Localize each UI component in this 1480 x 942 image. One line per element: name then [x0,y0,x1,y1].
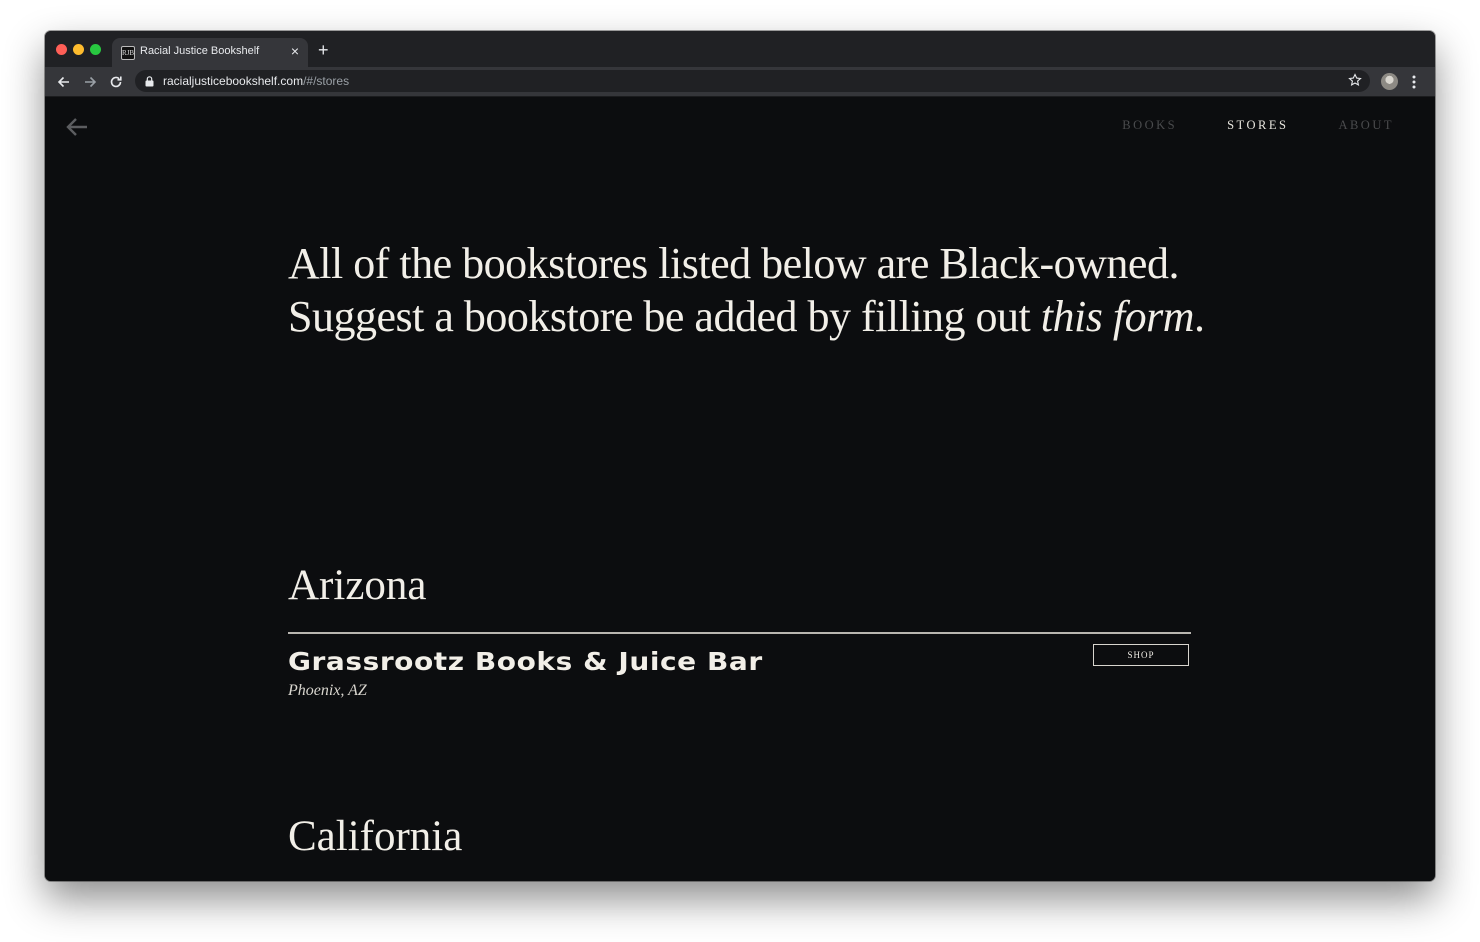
address-bar[interactable]: racialjusticebookshelf.com/#/stores [135,70,1370,92]
url-path: /#/stores [303,74,350,88]
browser-toolbar: racialjusticebookshelf.com/#/stores [45,67,1435,97]
section-divider [288,632,1191,634]
nav-stores-link[interactable]: STORES [1227,118,1288,133]
url-host: racialjusticebookshelf.com [163,74,304,88]
state-heading-california: California [288,813,463,860]
close-window-button[interactable] [56,44,67,55]
tab-close-icon[interactable]: × [291,44,299,58]
nav-about-link[interactable]: ABOUT [1338,118,1394,133]
state-heading-arizona: Arizona [288,562,427,609]
back-arrow-icon[interactable] [56,74,72,90]
title-bar: RJB Racial Justice Bookshelf × + [45,31,1435,67]
url-text: racialjusticebookshelf.com/#/stores [163,74,349,88]
page-content: BOOKS STORES ABOUT All of the bookstores… [45,97,1435,881]
maximize-window-button[interactable] [90,44,101,55]
minimize-window-button[interactable] [73,44,84,55]
nav-books-link[interactable]: BOOKS [1122,118,1177,133]
suggest-form-link[interactable]: this form [1041,292,1195,341]
more-vert-icon[interactable] [1411,74,1417,90]
browser-tab[interactable]: RJB Racial Justice Bookshelf × [112,38,308,67]
tab-title: Racial Justice Bookshelf [140,45,260,57]
main-nav: BOOKS STORES ABOUT [1122,118,1394,133]
store-name: Grassrootz Books & Juice Bar [288,647,763,676]
star-icon[interactable] [1348,73,1362,87]
lock-icon [145,76,154,87]
forward-arrow-icon[interactable] [82,74,98,90]
new-tab-button[interactable]: + [318,41,329,59]
browser-window: RJB Racial Justice Bookshelf × + racialj… [45,31,1435,881]
intro-end: . [1193,292,1205,341]
shop-button[interactable]: SHOP [1093,644,1189,666]
reload-icon[interactable] [108,74,124,90]
intro-text: All of the bookstores listed below are B… [288,237,1208,343]
store-location: Phoenix, AZ [288,682,367,699]
back-arrow-icon[interactable] [65,117,89,137]
profile-avatar[interactable] [1381,73,1398,90]
favicon-icon: RJB [121,46,135,60]
